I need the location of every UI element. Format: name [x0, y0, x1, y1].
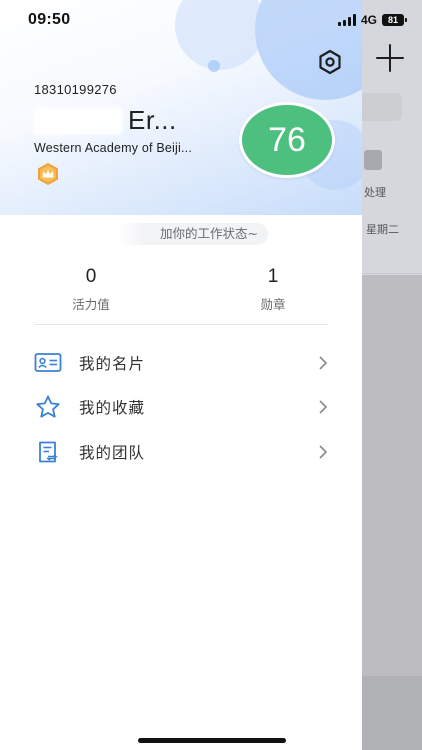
stat-energy-label: 活力值	[72, 297, 110, 312]
background-divider	[362, 273, 422, 274]
add-icon[interactable]	[376, 44, 404, 72]
battery-icon: 81	[382, 14, 407, 26]
decorative-bubble	[175, 0, 265, 70]
menu-item-team[interactable]: 我的团队	[34, 437, 328, 467]
chevron-right-icon	[318, 445, 328, 459]
name-redaction	[34, 108, 122, 134]
status-redaction	[76, 223, 146, 245]
menu-item-label: 我的名片	[79, 355, 146, 373]
stat-energy-value: 0	[85, 266, 97, 287]
status-time: 09:50	[28, 11, 71, 28]
background-item-label: 处理	[364, 186, 386, 199]
signal-icon	[337, 14, 356, 26]
team-doc-icon	[34, 440, 62, 464]
stat-medals-value: 1	[267, 266, 279, 287]
organization-name[interactable]: Western Academy of Beiji...	[34, 141, 192, 155]
menu-item-favorites[interactable]: 我的收藏	[34, 392, 328, 422]
score-circle[interactable]: 76	[239, 102, 335, 178]
crown-badge-icon[interactable]	[36, 162, 60, 186]
status-indicators: 4G 81	[337, 13, 407, 27]
star-icon	[34, 395, 62, 419]
menu-item-label: 我的收藏	[79, 399, 146, 417]
stat-medals-label: 勋章	[260, 297, 286, 312]
network-type: 4G	[360, 13, 377, 27]
settings-hexagon-icon	[319, 49, 341, 75]
stat-energy[interactable]: 0 活力值	[41, 266, 141, 313]
chevron-right-icon	[318, 356, 328, 370]
background-search-bar	[362, 93, 402, 121]
document-icon	[364, 150, 382, 170]
menu-item-label: 我的团队	[79, 444, 146, 462]
decorative-bubble	[208, 60, 220, 72]
home-indicator[interactable]	[138, 738, 286, 743]
business-card-icon	[34, 351, 62, 375]
stat-medals[interactable]: 1 勋章	[223, 266, 323, 313]
menu-item-business-card[interactable]: 我的名片	[34, 348, 328, 378]
background-bottom-bar	[362, 676, 422, 750]
phone-number: 18310199276	[34, 82, 117, 97]
background-date-label: 星期二	[366, 223, 399, 236]
user-name[interactable]: Er...	[128, 105, 177, 136]
profile-drawer: 18310199276 Er... Western Academy of Bei…	[0, 0, 362, 750]
chevron-right-icon	[318, 400, 328, 414]
settings-button[interactable]	[316, 48, 344, 76]
section-divider	[34, 324, 328, 325]
